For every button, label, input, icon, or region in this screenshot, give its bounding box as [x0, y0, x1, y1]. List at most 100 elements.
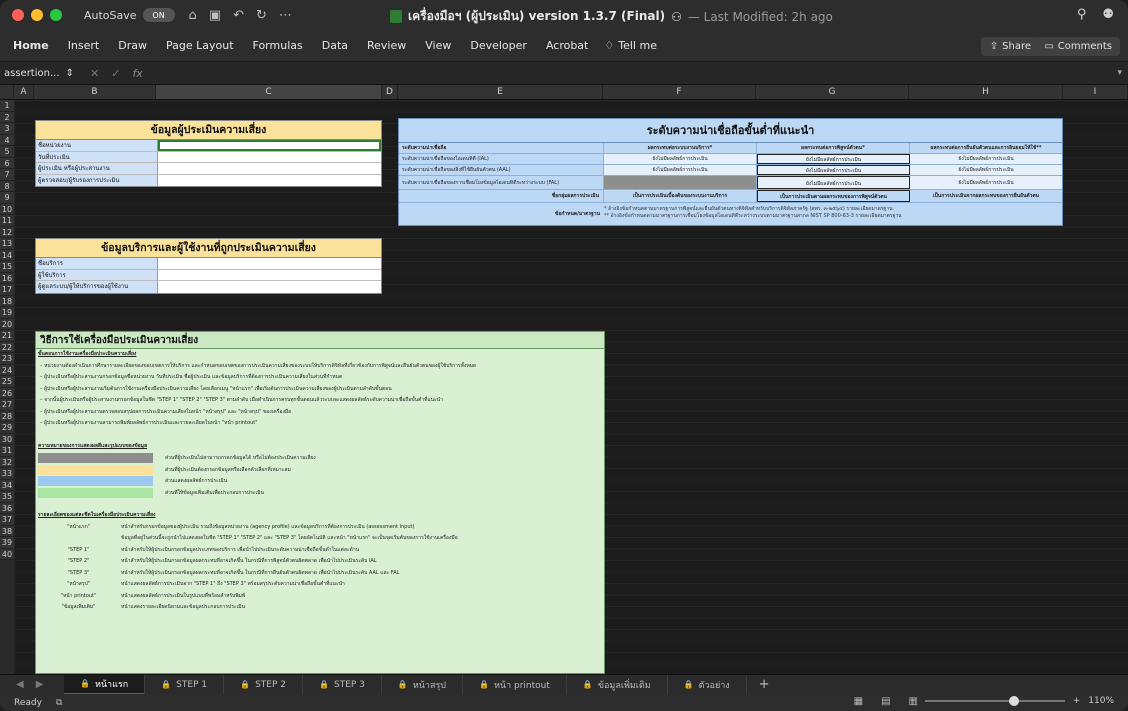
row-header[interactable]: 15: [0, 261, 14, 273]
row-header[interactable]: 8: [0, 181, 14, 192]
tab-insert[interactable]: Insert: [68, 39, 100, 52]
row-header[interactable]: 23: [0, 353, 14, 365]
row-header[interactable]: 17: [0, 284, 14, 296]
agency-name-cell[interactable]: [158, 140, 381, 151]
row-header[interactable]: 16: [0, 273, 14, 284]
row-header[interactable]: 1: [0, 100, 14, 112]
row-header[interactable]: 40: [0, 549, 14, 560]
macro-record-icon[interactable]: ⧉: [56, 698, 62, 708]
row-header[interactable]: 2: [0, 112, 14, 123]
note-line[interactable]: ** อ้างอิงข้อกำหนดตามมาตรฐานการเชื่อมโยง…: [604, 213, 1062, 220]
zoom-slider[interactable]: [924, 696, 1065, 706]
select-all-corner[interactable]: [0, 85, 14, 99]
service-user-cell[interactable]: [158, 269, 381, 280]
row-header[interactable]: 36: [0, 503, 14, 514]
col-header-f[interactable]: F: [603, 85, 756, 99]
row-header[interactable]: 32: [0, 457, 14, 468]
tab-page-layout[interactable]: Page Layout: [166, 39, 234, 52]
col-header-b[interactable]: B: [34, 85, 156, 99]
row-header[interactable]: 18: [0, 296, 14, 307]
row-header[interactable]: 24: [0, 365, 14, 376]
sheet-tab-summary[interactable]: 🔒 หน้าสรุป: [382, 674, 464, 695]
row-header[interactable]: 12: [0, 227, 14, 238]
row-header[interactable]: 33: [0, 468, 14, 480]
row-header[interactable]: 9: [0, 192, 14, 204]
row-header[interactable]: 30: [0, 434, 14, 445]
save-icon[interactable]: ▣: [209, 8, 221, 23]
expand-formula-icon[interactable]: ▾: [1117, 68, 1122, 78]
tab-view[interactable]: View: [425, 39, 451, 52]
next-sheet-icon[interactable]: ▶: [36, 679, 44, 690]
row-header[interactable]: 14: [0, 250, 14, 261]
tab-developer[interactable]: Developer: [470, 39, 527, 52]
sheet-tab-step3[interactable]: 🔒 STEP 3: [303, 674, 382, 695]
col-header-g[interactable]: G: [756, 85, 909, 99]
page-layout-view-icon[interactable]: ▤: [881, 696, 890, 707]
assessor-name-cell[interactable]: [158, 163, 381, 174]
share-button[interactable]: ⇪ Share: [980, 37, 1040, 56]
autosave-toggle[interactable]: ON: [142, 8, 175, 22]
row-header[interactable]: 35: [0, 491, 14, 503]
col-header-e[interactable]: E: [398, 85, 603, 99]
col-header-d[interactable]: D: [382, 85, 398, 99]
row-header[interactable]: 6: [0, 158, 14, 169]
sheet-tab-step1[interactable]: 🔒 STEP 1: [145, 674, 225, 695]
zoom-out-icon[interactable]: −: [909, 696, 917, 706]
row-header[interactable]: 3: [0, 123, 14, 135]
undo-icon[interactable]: ↶: [233, 8, 244, 23]
col-header-a[interactable]: A: [14, 85, 34, 99]
cancel-icon[interactable]: ✕: [90, 67, 99, 80]
redo-icon[interactable]: ↻: [256, 8, 267, 23]
reviewer-name-cell[interactable]: [158, 174, 381, 186]
row-header[interactable]: 4: [0, 135, 14, 146]
tell-me[interactable]: ♢ Tell me: [604, 39, 657, 52]
row-header[interactable]: 25: [0, 376, 14, 388]
more-icon[interactable]: ⋯: [279, 8, 292, 23]
row-header[interactable]: 13: [0, 238, 14, 250]
row-header[interactable]: 27: [0, 399, 14, 411]
row-header[interactable]: 29: [0, 422, 14, 434]
tab-formulas[interactable]: Formulas: [253, 39, 303, 52]
tab-data[interactable]: Data: [322, 39, 348, 52]
assessment-date-cell[interactable]: [158, 151, 381, 162]
add-sheet-button[interactable]: +: [759, 677, 770, 692]
confirm-icon[interactable]: ✓: [111, 67, 120, 80]
tab-home[interactable]: Home: [13, 39, 49, 52]
row-header[interactable]: 37: [0, 514, 14, 526]
zoom-window-button[interactable]: [50, 9, 62, 21]
close-window-button[interactable]: [12, 9, 24, 21]
comments-button[interactable]: ▭ Comments: [1036, 37, 1120, 56]
home-icon[interactable]: ⌂: [189, 8, 197, 23]
sheet-tab-home[interactable]: 🔒 หน้าแรก: [64, 674, 146, 695]
minimize-window-button[interactable]: [31, 9, 43, 21]
tab-draw[interactable]: Draw: [118, 39, 147, 52]
search-icon[interactable]: ⚲: [1077, 7, 1087, 22]
row-header[interactable]: 22: [0, 342, 14, 353]
name-box-stepper-icon[interactable]: ⇕: [66, 68, 74, 79]
service-admin-cell[interactable]: [158, 281, 381, 293]
row-header[interactable]: 28: [0, 411, 14, 422]
sheet-tab-step2[interactable]: 🔒 STEP 2: [224, 674, 303, 695]
sheet-tab-printout[interactable]: 🔒 หน้า printout: [463, 674, 567, 695]
name-box[interactable]: assertion... ⇕: [0, 68, 80, 79]
service-name-cell[interactable]: [158, 258, 381, 269]
row-header[interactable]: 10: [0, 204, 14, 215]
zoom-slider-knob[interactable]: [1008, 696, 1019, 706]
row-header[interactable]: 19: [0, 307, 14, 319]
row-header[interactable]: 39: [0, 537, 14, 549]
formula-input[interactable]: [155, 64, 1118, 82]
row-header[interactable]: 20: [0, 319, 14, 330]
tab-review[interactable]: Review: [367, 39, 406, 52]
row-header[interactable]: 7: [0, 169, 14, 181]
row-header[interactable]: 34: [0, 480, 14, 491]
fx-icon[interactable]: fx: [132, 67, 142, 80]
sheet-tab-additional[interactable]: 🔒 ข้อมูลเพิ่มเติม: [567, 674, 668, 695]
col-header-i[interactable]: I: [1063, 85, 1128, 99]
tab-acrobat[interactable]: Acrobat: [546, 39, 588, 52]
col-header-h[interactable]: H: [909, 85, 1063, 99]
row-header[interactable]: 26: [0, 388, 14, 399]
sheet-tab-example[interactable]: 🔒 ตัวอย่าง: [668, 674, 747, 695]
note-line[interactable]: * อ้างอิงข้อกำหนดตามมาตรฐานการพิสูจน์และ…: [604, 206, 1062, 213]
row-header[interactable]: 21: [0, 330, 14, 342]
row-header[interactable]: 11: [0, 215, 14, 227]
